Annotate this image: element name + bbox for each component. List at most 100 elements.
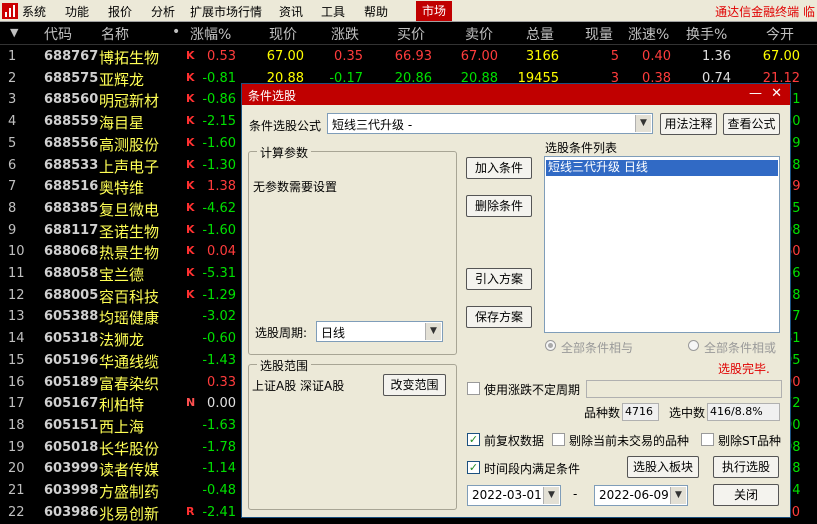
menu-help[interactable]: 帮助: [364, 3, 388, 20]
header-current-volume[interactable]: 现量: [585, 24, 613, 44]
uncertain-period-checkbox[interactable]: [467, 382, 480, 395]
header-speed[interactable]: 涨速%: [628, 24, 669, 44]
header-ask[interactable]: 卖价: [465, 24, 493, 44]
header-code[interactable]: 代码: [44, 24, 72, 44]
close-button[interactable]: 关闭: [713, 484, 779, 506]
change-percent: -1.30: [202, 157, 236, 173]
pre-adjust-label[interactable]: 前复权数据: [484, 432, 544, 449]
cell-price: 67.00: [266, 49, 304, 64]
exclude-untraded-checkbox[interactable]: [552, 433, 565, 446]
dialog-title-bar[interactable]: 条件选股 — ✕: [242, 84, 790, 105]
change-percent: -1.63: [202, 417, 236, 433]
condition-list-item[interactable]: 短线三代升级 日线: [546, 160, 778, 176]
start-date-picker[interactable]: 2022-03-01 ▼: [467, 485, 561, 506]
row-index: 13: [8, 309, 25, 325]
delete-condition-button[interactable]: 删除条件: [466, 195, 532, 217]
time-range-label[interactable]: 时间段内满足条件: [484, 460, 580, 477]
app-logo-icon[interactable]: [2, 3, 18, 19]
row-index: 12: [8, 287, 25, 303]
chevron-down-icon[interactable]: ▼: [425, 323, 441, 340]
condition-list[interactable]: 短线三代升级 日线: [544, 156, 780, 333]
market-tab[interactable]: 市场: [416, 1, 453, 21]
stock-flag-badge: K: [186, 135, 195, 149]
exclude-untraded-label[interactable]: 剔除当前未交易的品种: [569, 432, 689, 449]
chevron-down-icon[interactable]: ▼: [635, 115, 651, 132]
stock-name: 奥特维: [99, 179, 145, 198]
close-icon[interactable]: ✕: [771, 86, 782, 101]
row-index: 2: [8, 70, 17, 86]
menu-news[interactable]: 资讯: [279, 3, 303, 20]
stock-code: 688560: [44, 92, 99, 108]
status-text: 选股完毕.: [718, 362, 770, 376]
header-bid[interactable]: 买价: [397, 24, 425, 44]
all-and-label[interactable]: 全部条件相与: [561, 339, 633, 356]
end-date-picker[interactable]: 2022-06-09 ▼: [594, 485, 688, 506]
change-percent: -2.15: [202, 114, 236, 130]
menu-function[interactable]: 功能: [65, 3, 89, 20]
stock-code: 688556: [44, 135, 99, 151]
chevron-down-icon[interactable]: ▼: [543, 487, 559, 504]
stock-code: 688005: [44, 287, 99, 303]
stock-code: 688533: [44, 157, 99, 173]
count-value: 4716: [622, 403, 659, 421]
stock-name: 长华股份: [99, 439, 160, 458]
uncertain-period-label[interactable]: 使用涨跌不定周期: [484, 381, 580, 398]
change-percent: -1.43: [202, 352, 236, 368]
menu-analysis[interactable]: 分析: [151, 3, 175, 20]
row-index: 9: [8, 222, 17, 238]
header-pct[interactable]: 涨幅%: [190, 24, 231, 44]
formula-select[interactable]: 短线三代升级 - ▼: [327, 113, 653, 134]
header-name[interactable]: 名称: [101, 24, 129, 44]
change-scope-button[interactable]: 改变范围: [383, 374, 446, 396]
pre-adjust-checkbox[interactable]: ✓: [467, 433, 480, 446]
menu-system[interactable]: 系统: [22, 3, 46, 20]
chevron-down-icon[interactable]: ▼: [670, 487, 686, 504]
stock-flag-badge: K: [186, 266, 195, 279]
stock-code: 688058: [44, 266, 99, 281]
exclude-st-label[interactable]: 剔除ST品种: [718, 432, 781, 449]
stock-flag-badge: K: [186, 200, 195, 214]
run-screening-button[interactable]: 执行选股: [713, 456, 779, 478]
row-index: 14: [8, 331, 25, 347]
stock-name: 利柏特: [99, 396, 145, 415]
stock-name: 海目星: [99, 114, 145, 133]
usage-notes-button[interactable]: 用法注释: [660, 113, 717, 135]
stock-name: 富春染织: [99, 374, 160, 393]
select-to-block-button[interactable]: 选股入板块: [627, 456, 699, 478]
add-condition-button[interactable]: 加入条件: [466, 157, 532, 179]
save-plan-button[interactable]: 保存方案: [466, 306, 532, 328]
row-index: 1: [8, 49, 17, 64]
change-percent: -1.78: [202, 439, 236, 455]
quote-table-header: ▼ 代码 名称 • 涨幅% 现价 涨跌 买价 卖价 总量 现量 涨速% 换手% …: [0, 22, 817, 45]
brand-title: 通达信金融终端 临: [715, 5, 815, 19]
menu-quote[interactable]: 报价: [108, 3, 132, 20]
header-change[interactable]: 涨跌: [331, 24, 359, 44]
change-percent: 0.04: [207, 244, 236, 260]
stock-name: 上声电子: [99, 157, 160, 176]
stock-flag-badge: K: [186, 179, 195, 193]
header-open[interactable]: 今开: [766, 24, 794, 44]
menu-extended-market[interactable]: 扩展市场行情: [190, 3, 262, 20]
import-plan-button[interactable]: 引入方案: [466, 268, 532, 290]
change-percent: -0.86: [202, 92, 236, 108]
all-or-radio[interactable]: [688, 340, 699, 351]
period-select[interactable]: 日线 ▼: [316, 321, 443, 342]
header-volume[interactable]: 总量: [526, 24, 554, 44]
header-turnover[interactable]: 换手%: [686, 24, 727, 44]
stock-flag-badge: K: [186, 222, 195, 236]
time-range-checkbox[interactable]: ✓: [467, 461, 480, 474]
all-or-label[interactable]: 全部条件相或: [704, 339, 776, 356]
stock-name: 明冠新材: [99, 92, 160, 111]
change-percent: -0.60: [202, 331, 236, 347]
stock-flag-badge: K: [186, 287, 195, 301]
header-price[interactable]: 现价: [269, 24, 297, 44]
minimize-icon[interactable]: —: [749, 86, 762, 101]
change-percent: -1.60: [202, 222, 236, 238]
exclude-st-checkbox[interactable]: [701, 433, 714, 446]
change-percent: -2.41: [202, 504, 236, 520]
scroll-up-icon[interactable]: ▼: [10, 26, 18, 39]
table-row[interactable]: 1 688767 博拓生物 K 0.53 67.00 0.35 66.93 67.00 3166 5…: [0, 46, 817, 68]
all-and-radio[interactable]: [545, 340, 556, 351]
view-formula-button[interactable]: 查看公式: [723, 113, 780, 135]
menu-tools[interactable]: 工具: [321, 3, 345, 20]
